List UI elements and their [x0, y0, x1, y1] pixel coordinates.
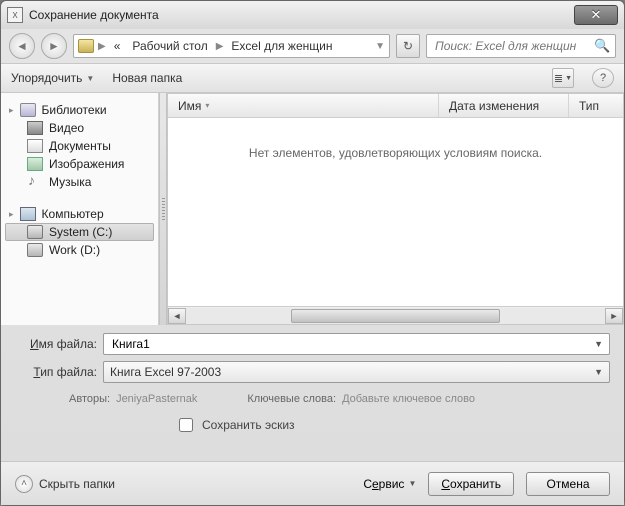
sidebar: ▸ Библиотеки Видео Документы Изображения… — [1, 93, 159, 325]
toolbar: Упорядочить ▼ Новая папка ≣ ▼ ? — [1, 63, 624, 93]
sidebar-label: Видео — [49, 121, 84, 135]
sidebar-label: Библиотеки — [42, 103, 107, 117]
search-icon[interactable]: 🔍 — [594, 38, 610, 54]
chevron-down-icon[interactable]: ▼ — [594, 367, 603, 377]
chevron-up-icon: ˄ — [15, 475, 33, 493]
sidebar-label: Музыка — [49, 175, 91, 189]
breadcrumb[interactable]: ▶ « Рабочий стол ▶ Excel для женщин ▼ — [73, 34, 390, 58]
sidebar-video[interactable]: Видео — [5, 119, 154, 137]
close-button[interactable]: ✕ — [574, 5, 618, 25]
filename-field[interactable]: ▼ — [103, 333, 610, 355]
column-name[interactable]: Имя▾ — [168, 94, 439, 117]
hide-folders-button[interactable]: ˄ Скрыть папки — [15, 475, 115, 493]
save-thumbnail-checkbox[interactable] — [179, 418, 193, 432]
chevron-down-icon[interactable]: ▼ — [375, 41, 385, 52]
cancel-button[interactable]: Отмена — [526, 472, 610, 496]
save-dialog-window: X Сохранение документа ✕ ◄ ► ▶ « Рабочий… — [0, 0, 625, 506]
filename-label: Имя файла: — [15, 337, 97, 351]
window-title: Сохранение документа — [29, 8, 574, 22]
new-folder-button[interactable]: Новая папка — [112, 71, 182, 85]
sidebar-drive-c[interactable]: System (C:) — [5, 223, 154, 241]
organize-button[interactable]: Упорядочить ▼ — [11, 71, 94, 85]
scroll-thumb[interactable] — [291, 309, 501, 323]
new-folder-label: Новая папка — [112, 71, 182, 85]
sidebar-computer[interactable]: ▸ Компьютер — [5, 205, 154, 223]
sidebar-label: Компьютер — [42, 207, 104, 221]
back-button[interactable]: ◄ — [9, 33, 35, 59]
crumb-desktop[interactable]: Рабочий стол — [128, 39, 211, 53]
splitter[interactable] — [159, 93, 167, 325]
navbar: ◄ ► ▶ « Рабочий стол ▶ Excel для женщин … — [1, 29, 624, 63]
filetype-field[interactable]: Книга Excel 97-2003 ▼ — [103, 361, 610, 383]
folder-icon — [78, 39, 94, 53]
authors-label: Авторы: — [69, 393, 110, 405]
view-options-button[interactable]: ≣ ▼ — [552, 68, 574, 88]
sidebar-label: System (C:) — [49, 225, 112, 239]
sidebar-images[interactable]: Изображения — [5, 155, 154, 173]
video-icon — [27, 121, 43, 135]
search-box[interactable]: 🔍 — [426, 34, 616, 58]
chevron-down-icon: ▼ — [86, 74, 94, 83]
sort-icon: ▾ — [205, 101, 209, 110]
sidebar-drive-d[interactable]: Work (D:) — [5, 241, 154, 259]
column-type[interactable]: Тип — [569, 94, 623, 117]
images-icon — [27, 157, 43, 171]
sidebar-label: Изображения — [49, 157, 124, 171]
scroll-right-button[interactable]: ► — [605, 308, 623, 324]
column-date[interactable]: Дата изменения — [439, 94, 569, 117]
chevron-icon: ▶ — [98, 41, 106, 52]
drive-icon — [27, 243, 43, 257]
service-label: Сервис — [363, 477, 404, 491]
save-label: Сохранить — [441, 477, 501, 491]
keywords-label: Ключевые слова: — [247, 393, 336, 405]
horizontal-scrollbar[interactable]: ◄ ► — [168, 306, 623, 324]
filetype-value: Книга Excel 97-2003 — [110, 365, 594, 379]
computer-icon — [20, 207, 36, 221]
forward-button[interactable]: ► — [41, 33, 67, 59]
crumb-prefix[interactable]: « — [110, 39, 125, 53]
sidebar-libraries[interactable]: ▸ Библиотеки — [5, 101, 154, 119]
save-thumbnail-label: Сохранить эскиз — [202, 418, 295, 432]
app-icon: X — [7, 7, 23, 23]
organize-label: Упорядочить — [11, 71, 82, 85]
music-icon — [27, 175, 43, 189]
help-button[interactable]: ? — [592, 68, 614, 88]
keywords-pair[interactable]: Ключевые слова: Добавьте ключевое слово — [247, 393, 475, 405]
scroll-left-button[interactable]: ◄ — [168, 308, 186, 324]
empty-message: Нет элементов, удовлетворяющих условиям … — [168, 118, 623, 306]
chevron-down-icon[interactable]: ▼ — [594, 339, 603, 349]
sidebar-music[interactable]: Музыка — [5, 173, 154, 191]
filename-input[interactable] — [110, 336, 594, 352]
crumb-folder[interactable]: Excel для женщин — [227, 39, 336, 53]
chevron-down-icon: ▼ — [408, 479, 416, 488]
keywords-value[interactable]: Добавьте ключевое слово — [342, 393, 475, 405]
documents-icon — [27, 139, 43, 153]
filetype-label: Тип файла: — [15, 365, 97, 379]
chevron-icon: ▶ — [216, 41, 224, 52]
service-button[interactable]: Сервис ▼ — [363, 477, 416, 491]
hide-folders-label: Скрыть папки — [39, 477, 115, 491]
sidebar-label: Документы — [49, 139, 111, 153]
caret-icon: ▸ — [9, 209, 14, 220]
refresh-button[interactable]: ↻ — [396, 34, 420, 58]
column-headers: Имя▾ Дата изменения Тип — [168, 94, 623, 118]
sidebar-documents[interactable]: Документы — [5, 137, 154, 155]
titlebar: X Сохранение документа ✕ — [1, 1, 624, 29]
libraries-icon — [20, 103, 36, 117]
caret-icon: ▸ — [9, 105, 14, 116]
footer: ˄ Скрыть папки Сервис ▼ Сохранить Отмена — [1, 461, 624, 505]
thumbnail-row: Сохранить эскиз — [15, 411, 610, 445]
dialog-body: ▸ Библиотеки Видео Документы Изображения… — [1, 93, 624, 325]
metadata-row: Авторы: JeniyaPasternak Ключевые слова: … — [15, 389, 610, 411]
drive-icon — [27, 225, 43, 239]
authors-value[interactable]: JeniyaPasternak — [116, 393, 197, 405]
authors-pair[interactable]: Авторы: JeniyaPasternak — [69, 393, 197, 405]
form-area: Имя файла: ▼ Тип файла: Книга Excel 97-2… — [1, 325, 624, 451]
search-input[interactable] — [433, 38, 594, 54]
scroll-track[interactable] — [186, 308, 605, 324]
sidebar-label: Work (D:) — [49, 243, 100, 257]
save-button[interactable]: Сохранить — [428, 472, 514, 496]
file-list-area: Имя▾ Дата изменения Тип Нет элементов, у… — [167, 93, 624, 325]
